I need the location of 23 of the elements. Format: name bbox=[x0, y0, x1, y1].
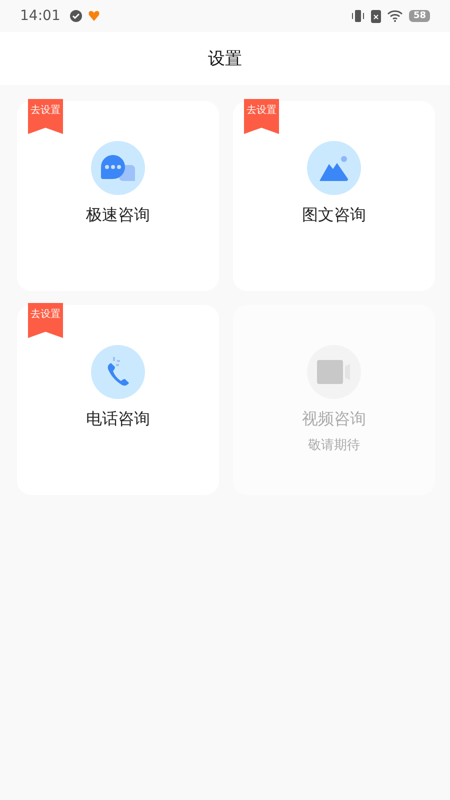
heart-icon bbox=[88, 11, 100, 21]
setup-ribbon[interactable]: 去设置 bbox=[28, 303, 63, 338]
service-title: 电话咨询 bbox=[86, 409, 150, 430]
service-title: 极速咨询 bbox=[86, 205, 150, 226]
vibrate-icon bbox=[351, 10, 366, 22]
wifi-icon bbox=[387, 10, 404, 22]
service-subtitle: 敬请期待 bbox=[308, 437, 360, 454]
page-title: 设置 bbox=[208, 48, 242, 70]
phone-icon bbox=[105, 357, 131, 387]
service-card[interactable]: 去设置 极速咨询 bbox=[17, 101, 219, 291]
service-title: 视频咨询 bbox=[302, 409, 366, 430]
battery-level: 58 bbox=[409, 10, 430, 22]
service-card[interactable]: 去设置 电话咨询 bbox=[17, 305, 219, 495]
setup-ribbon[interactable]: 去设置 bbox=[244, 99, 279, 134]
service-title: 图文咨询 bbox=[302, 205, 366, 226]
video-camera-icon bbox=[317, 360, 351, 384]
setup-ribbon[interactable]: 去设置 bbox=[28, 99, 63, 134]
mountain-icon bbox=[319, 155, 349, 181]
service-card[interactable]: 去设置 图文咨询 bbox=[233, 101, 435, 291]
chat-bubble-icon bbox=[101, 155, 135, 181]
status-time: 14:01 bbox=[20, 8, 60, 24]
sim-off-icon bbox=[371, 10, 382, 22]
check-circle-icon bbox=[70, 10, 82, 22]
